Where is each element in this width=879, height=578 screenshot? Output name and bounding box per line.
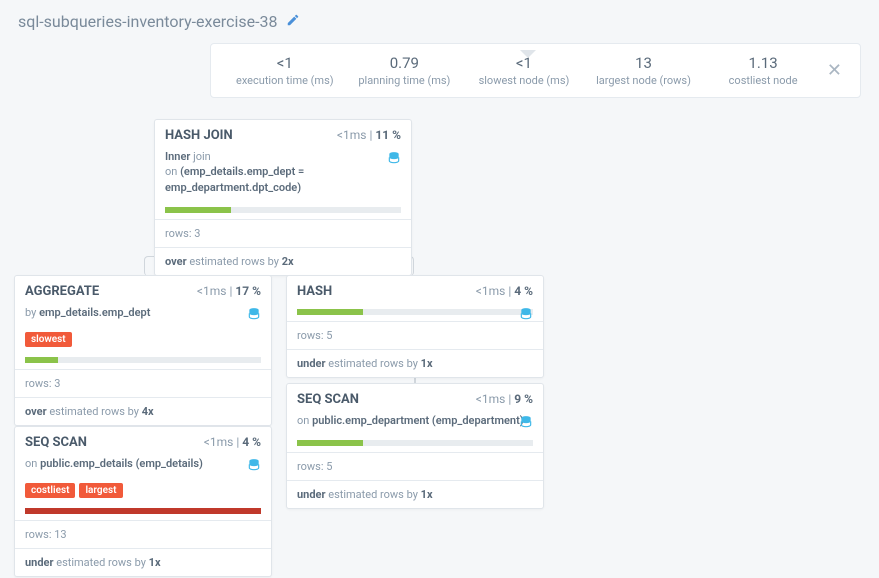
node-title: SEQ SCAN [297, 392, 359, 407]
node-seq-scan-department[interactable]: SEQ SCAN <1ms | 9 % on public.emp_depart… [286, 383, 544, 509]
stat-value: <1 [225, 54, 345, 72]
progress-bar [165, 207, 401, 213]
node-hash[interactable]: HASH <1ms | 4 % rows: 5 under estimated … [286, 275, 544, 378]
node-aggregate[interactable]: AGGREGATE <1ms | 17 % by emp_details.emp… [14, 275, 272, 426]
stat-label: planning time (ms) [345, 74, 465, 87]
stats-pointer-icon [520, 50, 536, 58]
stat-label: largest node (rows) [584, 74, 704, 87]
node-rows: rows: 5 [287, 322, 543, 349]
node-badges: slowest [15, 328, 271, 353]
node-badges: costliest largest [15, 479, 271, 504]
node-detail: on public.emp_department (emp_department… [297, 413, 533, 428]
progress-bar [297, 440, 533, 446]
stat-slowest-node: <1 slowest node (ms) [464, 54, 584, 87]
database-icon [247, 307, 261, 325]
node-metrics: <1ms | 17 % [197, 284, 261, 298]
node-metrics: <1ms | 4 % [476, 284, 533, 298]
stat-costliest-node: 1.13 costliest node [703, 54, 823, 87]
stat-largest-node: 13 largest node (rows) [584, 54, 704, 87]
database-icon [519, 307, 533, 325]
node-title: AGGREGATE [25, 284, 99, 299]
badge-largest: largest [79, 483, 122, 498]
node-estimate: under estimated rows by 1x [287, 480, 543, 508]
node-detail: on public.emp_details (emp_details) [25, 456, 261, 471]
stat-label: costliest node [703, 74, 823, 87]
database-icon [387, 151, 401, 169]
page-title: sql-subqueries-inventory-exercise-38 [18, 12, 278, 31]
node-rows: rows: 5 [287, 453, 543, 480]
progress-bar [25, 357, 261, 363]
node-metrics: <1ms | 11 % [337, 128, 401, 142]
plan-tree: HASH JOIN <1ms | 11 % Inner join on (emp… [0, 108, 879, 578]
node-detail: by emp_details.emp_dept [25, 305, 261, 320]
node-rows: rows: 3 [155, 220, 411, 247]
database-icon [247, 458, 261, 476]
node-estimate: over estimated rows by 4x [15, 397, 271, 425]
progress-bar [25, 508, 261, 514]
node-rows: rows: 13 [15, 521, 271, 548]
node-estimate: under estimated rows by 1x [287, 349, 543, 377]
node-seq-scan-details[interactable]: SEQ SCAN <1ms | 4 % on public.emp_detail… [14, 426, 272, 577]
node-title: SEQ SCAN [25, 435, 87, 450]
stat-label: execution time (ms) [225, 74, 345, 87]
node-estimate: under estimated rows by 1x [15, 548, 271, 576]
stat-execution-time: <1 execution time (ms) [225, 54, 345, 87]
node-detail: Inner join [165, 149, 401, 164]
stat-value: 0.79 [345, 54, 465, 72]
node-hash-join[interactable]: HASH JOIN <1ms | 11 % Inner join on (emp… [154, 119, 412, 276]
node-estimate: over estimated rows by 2x [155, 247, 411, 275]
stat-planning-time: 0.79 planning time (ms) [345, 54, 465, 87]
edit-icon[interactable] [286, 13, 300, 31]
stat-label: slowest node (ms) [464, 74, 584, 87]
close-icon[interactable]: ✕ [823, 60, 846, 81]
badge-slowest: slowest [25, 332, 72, 347]
node-title: HASH JOIN [165, 128, 233, 143]
node-metrics: <1ms | 9 % [476, 392, 533, 406]
stat-value: 1.13 [703, 54, 823, 72]
node-rows: rows: 3 [15, 370, 271, 397]
badge-costliest: costliest [25, 483, 75, 498]
node-title: HASH [297, 284, 332, 299]
stat-value: 13 [584, 54, 704, 72]
page-header: sql-subqueries-inventory-exercise-38 [0, 0, 879, 43]
database-icon [519, 415, 533, 433]
node-detail: on (emp_details.emp_dept = emp_departmen… [165, 164, 401, 195]
node-metrics: <1ms | 4 % [204, 435, 261, 449]
